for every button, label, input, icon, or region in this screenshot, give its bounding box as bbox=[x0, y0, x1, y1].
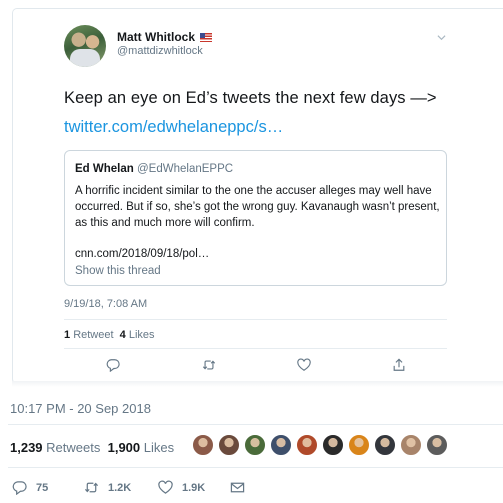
tweet-stats: 1,239 Retweets 1,900 Likes bbox=[10, 440, 174, 455]
likes-label[interactable]: Likes bbox=[144, 440, 174, 455]
embedded-retweets-label[interactable]: Retweet bbox=[73, 329, 113, 341]
like-icon[interactable] bbox=[297, 358, 311, 372]
liker-avatar[interactable] bbox=[426, 434, 448, 456]
divider bbox=[64, 348, 447, 349]
retweets-count[interactable]: 1,239 bbox=[10, 440, 43, 455]
tweet-link[interactable]: twitter.com/edwhelaneppc/s… bbox=[64, 118, 283, 137]
tweet-text: Keep an eye on Ed’s tweets the next few … bbox=[64, 89, 437, 107]
share-icon[interactable] bbox=[392, 358, 406, 372]
reply-icon bbox=[12, 481, 27, 495]
author-handle[interactable]: @mattdizwhitlock bbox=[117, 45, 203, 57]
quoted-text: A horrific incident similar to the one t… bbox=[75, 185, 440, 229]
embedded-timestamp[interactable]: 9/19/18, 7:08 AM bbox=[64, 298, 147, 310]
liker-avatar[interactable] bbox=[192, 434, 214, 456]
retweet-icon[interactable] bbox=[202, 358, 216, 372]
divider bbox=[8, 467, 503, 468]
like-button[interactable]: 1.9K bbox=[158, 480, 205, 495]
liker-avatar[interactable] bbox=[322, 434, 344, 456]
like-count: 1.9K bbox=[182, 481, 206, 494]
liker-avatar[interactable] bbox=[374, 434, 396, 456]
envelope-icon bbox=[230, 482, 245, 493]
embedded-likes-count[interactable]: 4 bbox=[120, 329, 126, 341]
avatar[interactable] bbox=[64, 25, 106, 67]
author-name-row[interactable]: Matt Whitlock bbox=[117, 30, 212, 44]
reply-icon[interactable] bbox=[106, 358, 120, 372]
reply-count: 75 bbox=[36, 481, 49, 494]
us-flag-icon bbox=[200, 32, 212, 42]
author-name[interactable]: Matt Whitlock bbox=[117, 30, 195, 44]
embedded-action-bar bbox=[0, 358, 503, 374]
quoted-author-name: Ed Whelan bbox=[75, 163, 134, 175]
quoted-link[interactable]: cnn.com/2018/09/18/pol… bbox=[75, 248, 209, 260]
likes-count[interactable]: 1,900 bbox=[108, 440, 141, 455]
retweet-icon bbox=[84, 482, 99, 493]
liker-avatars bbox=[192, 434, 452, 456]
divider bbox=[8, 424, 503, 425]
liker-avatar[interactable] bbox=[348, 434, 370, 456]
direct-message-button[interactable] bbox=[230, 480, 245, 495]
quoted-author-handle: @EdWhelanEPPC bbox=[137, 163, 234, 175]
tweet-timestamp[interactable]: 10:17 PM - 20 Sep 2018 bbox=[10, 401, 151, 416]
embedded-stats: 1 Retweet 4 Likes bbox=[64, 329, 155, 341]
embedded-likes-label[interactable]: Likes bbox=[129, 329, 155, 341]
show-thread-link[interactable]: Show this thread bbox=[75, 265, 161, 277]
liker-avatar[interactable] bbox=[296, 434, 318, 456]
retweet-count: 1.2K bbox=[108, 481, 132, 494]
divider bbox=[64, 319, 447, 320]
reply-button[interactable]: 75 bbox=[12, 480, 48, 495]
retweet-button[interactable]: 1.2K bbox=[84, 480, 131, 495]
like-icon bbox=[158, 480, 173, 494]
card-shadow bbox=[12, 381, 503, 387]
tweet-action-bar: 75 1.2K 1.9K bbox=[0, 480, 503, 498]
liker-avatar[interactable] bbox=[270, 434, 292, 456]
liker-avatar[interactable] bbox=[400, 434, 422, 456]
liker-avatar[interactable] bbox=[218, 434, 240, 456]
retweets-label[interactable]: Retweets bbox=[46, 440, 100, 455]
embedded-retweets-count[interactable]: 1 bbox=[64, 329, 70, 341]
liker-avatar[interactable] bbox=[244, 434, 266, 456]
chevron-down-icon[interactable] bbox=[437, 33, 446, 42]
